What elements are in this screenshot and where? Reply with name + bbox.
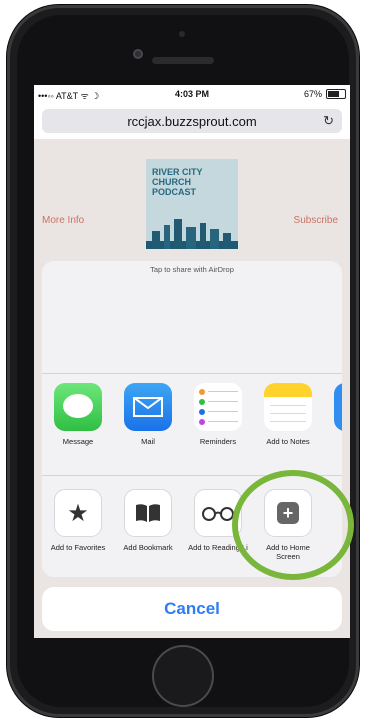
share-app-message[interactable]: Message (48, 383, 108, 446)
highlight-circle-annotation (232, 470, 354, 580)
cancel-button[interactable]: Cancel (42, 587, 342, 631)
address-bar[interactable]: rccjax.buzzsprout.com ↻ (42, 109, 342, 133)
front-camera (133, 49, 143, 59)
divider-airdrop (42, 373, 342, 374)
action-add-to-favorites[interactable]: ★ Add to Favorites (48, 489, 108, 552)
reminders-icon (194, 383, 242, 431)
star-icon: ★ (54, 489, 102, 537)
mail-icon (124, 383, 172, 431)
reload-icon[interactable]: ↻ (323, 113, 334, 129)
action-label: Add to Favorites (50, 543, 106, 552)
share-app-more[interactable] (328, 383, 342, 431)
home-button[interactable] (152, 645, 214, 707)
url-text: rccjax.buzzsprout.com (127, 113, 257, 129)
share-app-label: Message (62, 437, 94, 446)
message-icon (54, 383, 102, 431)
battery-percent: 67% (303, 89, 322, 99)
share-app-notes[interactable]: Add to Notes (258, 383, 318, 446)
book-icon (124, 489, 172, 537)
status-bar: •••◦◦ AT&T ᯤ ☽ 4:03 PM 67% (34, 85, 350, 103)
action-add-bookmark[interactable]: Add Bookmark (118, 489, 178, 552)
action-label: Add Bookmark (123, 543, 173, 552)
share-app-reminders[interactable]: Reminders (188, 383, 248, 446)
notes-icon (264, 383, 312, 431)
share-app-label: Reminders (199, 437, 237, 446)
proximity-sensor (179, 31, 185, 37)
airdrop-hint: Tap to share with AirDrop (150, 265, 234, 274)
share-app-mail[interactable]: Mail (118, 383, 178, 446)
status-time: 4:03 PM (174, 89, 209, 99)
share-app-label: Mail (141, 437, 155, 446)
battery-icon (326, 89, 346, 99)
battery-status: 67% (304, 89, 346, 99)
more-app-icon (334, 383, 342, 431)
share-app-label: Add to Notes (266, 437, 310, 446)
share-apps-row: Message Mail Reminders Add to Notes (42, 383, 342, 463)
earpiece-speaker (152, 57, 214, 64)
